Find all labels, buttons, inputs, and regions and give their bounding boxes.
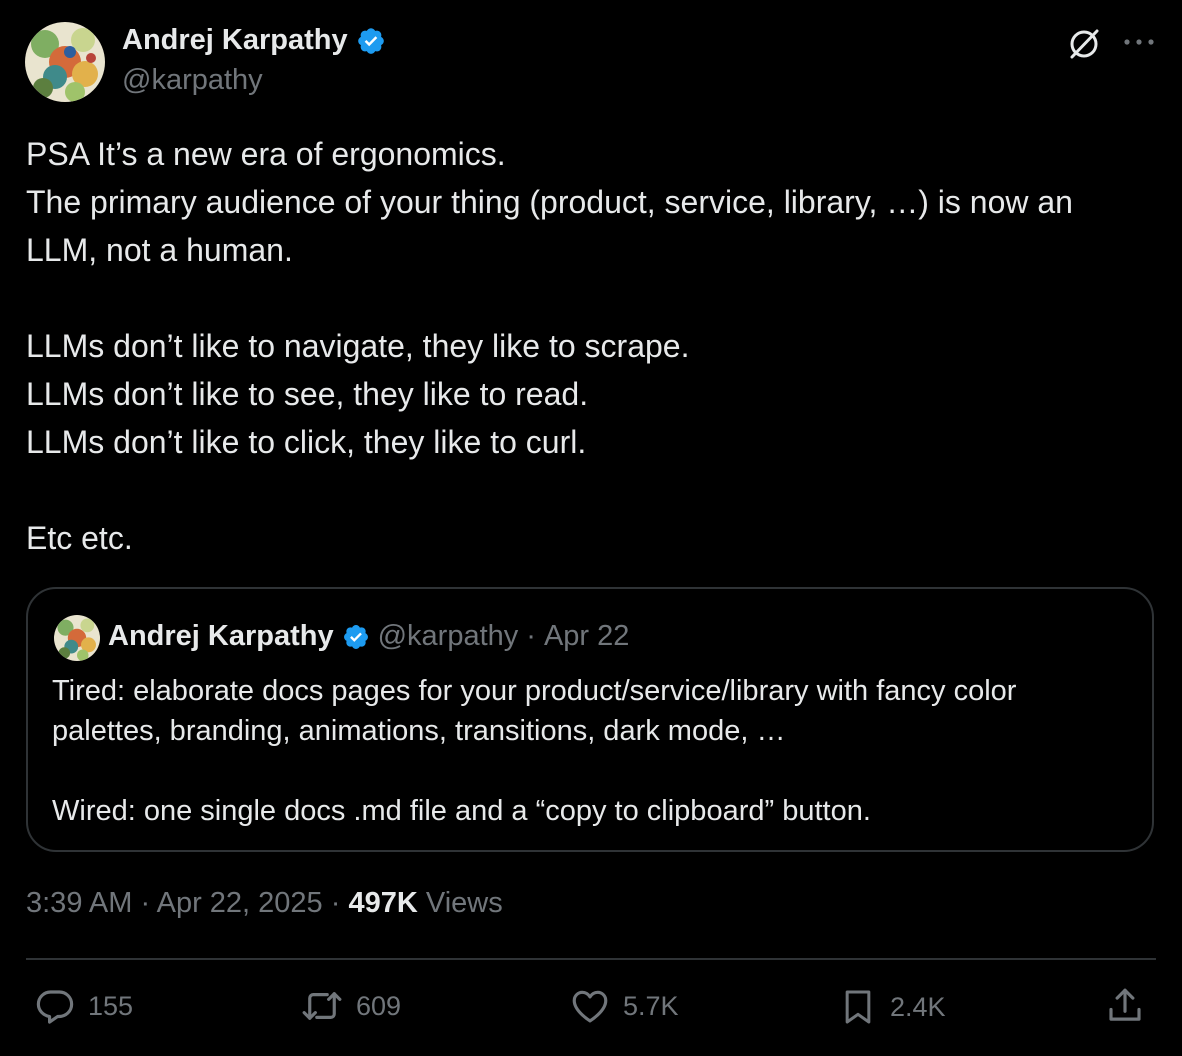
- quoted-line: palettes, branding, animations, transiti…: [52, 715, 786, 747]
- verified-badge-icon[interactable]: [356, 26, 386, 56]
- repost-count: 609: [356, 990, 402, 1021]
- reply-count: 155: [88, 990, 134, 1021]
- separator-dot: ·: [140, 887, 151, 919]
- tweet-date[interactable]: Apr 22, 2025: [157, 887, 323, 919]
- tweet-line: PSA It’s a new era of ergonomics.: [26, 136, 506, 172]
- author-handle[interactable]: @karpathy: [122, 64, 263, 97]
- heart-icon: [569, 985, 611, 1027]
- bookmark-count: 2.4K: [890, 991, 946, 1022]
- separator-dot: ·: [526, 620, 536, 652]
- tweet-line: LLMs don’t like to see, they like to rea…: [26, 376, 589, 412]
- grok-icon[interactable]: [1066, 26, 1102, 62]
- reply-icon: [34, 985, 76, 1027]
- tweet-line: LLMs don’t like to click, they like to c…: [26, 424, 587, 460]
- repost-icon: [300, 985, 344, 1027]
- share-icon: [1104, 985, 1146, 1027]
- bookmark-button[interactable]: 2.4K: [838, 985, 946, 1029]
- bookmark-icon: [838, 985, 878, 1029]
- tweet-line: LLMs don’t like to navigate, they like t…: [26, 328, 690, 364]
- author-name[interactable]: Andrej Karpathy: [122, 24, 348, 57]
- divider: [26, 958, 1156, 960]
- quoted-line: Tired: elaborate docs pages for your pro…: [52, 675, 1017, 707]
- quoted-line: Wired: one single docs .md file and a “c…: [52, 795, 871, 827]
- repost-button[interactable]: 609: [300, 985, 401, 1027]
- quoted-author-handle[interactable]: @karpathy: [378, 620, 519, 653]
- tweet-meta: 3:39 AM · Apr 22, 2025 · 497K Views: [26, 887, 503, 920]
- tweet-line: The primary audience of your thing (prod…: [26, 184, 1073, 220]
- like-count: 5.7K: [623, 990, 679, 1021]
- share-button[interactable]: [1104, 985, 1146, 1027]
- quoted-tweet-card[interactable]: Andrej Karpathy @karpathy · Apr 22 Tired…: [26, 587, 1154, 852]
- quoted-author-avatar[interactable]: [54, 615, 100, 661]
- more-icon[interactable]: [1122, 32, 1156, 52]
- tweet-time[interactable]: 3:39 AM: [26, 887, 132, 919]
- tweet-text: PSA It’s a new era of ergonomics. The pr…: [26, 130, 1161, 562]
- like-button[interactable]: 5.7K: [569, 985, 679, 1027]
- reply-button[interactable]: 155: [34, 985, 133, 1027]
- tweet-line: LLM, not a human.: [26, 232, 293, 268]
- separator-dot: ·: [330, 887, 341, 919]
- author-name-row[interactable]: Andrej Karpathy: [122, 24, 386, 57]
- verified-badge-icon: [342, 623, 370, 651]
- author-avatar[interactable]: [25, 22, 105, 102]
- tweet-detail: Andrej Karpathy @karpathy PSA It’s a new…: [0, 0, 1182, 1056]
- views-label: Views: [425, 887, 503, 919]
- quoted-tweet-date[interactable]: Apr 22: [544, 620, 629, 653]
- quoted-tweet-text: Tired: elaborate docs pages for your pro…: [52, 671, 1132, 831]
- tweet-line: Etc etc.: [26, 520, 133, 556]
- quoted-tweet-header: Andrej Karpathy @karpathy · Apr 22: [108, 620, 629, 653]
- views-count: 497K: [348, 887, 418, 919]
- quoted-author-name[interactable]: Andrej Karpathy: [108, 620, 334, 653]
